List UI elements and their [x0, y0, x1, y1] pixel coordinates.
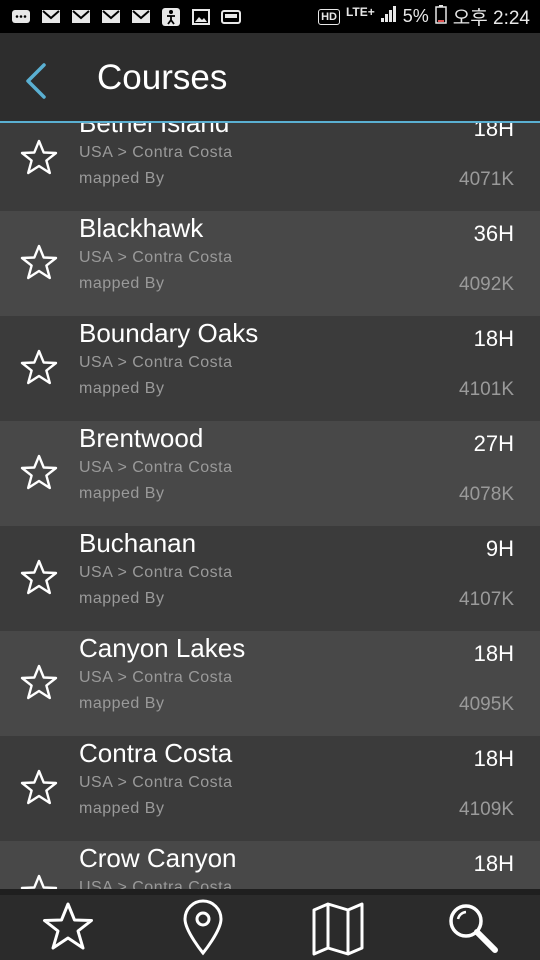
course-location: USA > Contra Costa — [79, 459, 233, 476]
signal-icon — [380, 6, 397, 27]
course-holes: 18H — [473, 326, 514, 351]
course-mapped-by: mapped By — [79, 275, 165, 292]
nearby-nav-button[interactable] — [173, 898, 233, 958]
sd-card-icon — [220, 8, 242, 26]
mail-icon — [40, 8, 62, 26]
course-size: 4109K — [459, 799, 514, 820]
course-row[interactable]: Contra Costa USA > Contra Costa mapped By 1… — [0, 736, 540, 841]
course-holes: 27H — [473, 431, 514, 456]
status-bar: HD LTE+ 5% 오후 2:24 — [0, 0, 540, 33]
course-name: Buchanan — [79, 528, 197, 558]
course-mapped-by: mapped By — [79, 800, 165, 817]
course-location: USA > Contra Costa — [79, 144, 233, 161]
back-arrow-icon — [26, 63, 46, 99]
course-list[interactable]: Bethel Island USA > Contra Costa mapped By… — [0, 123, 540, 889]
course-location: USA > Contra Costa — [79, 564, 233, 581]
course-holes: 18H — [473, 641, 514, 666]
star-icon[interactable] — [19, 138, 59, 178]
course-location: USA > Contra Costa — [79, 879, 233, 889]
course-mapped-by: mapped By — [79, 695, 165, 712]
star-icon[interactable] — [19, 243, 59, 283]
image-icon — [190, 8, 212, 26]
course-size: 4092K — [459, 274, 514, 295]
accessibility-icon — [160, 7, 182, 26]
star-icon — [42, 902, 93, 949]
course-size: 4071K — [459, 169, 514, 190]
course-size: 4095K — [459, 694, 514, 715]
course-row[interactable]: Canyon Lakes USA > Contra Costa mapped By 1… — [0, 631, 540, 736]
course-mapped-by: mapped By — [79, 380, 165, 397]
course-name: Crow Canyon — [79, 843, 237, 873]
back-button[interactable] — [20, 61, 56, 101]
course-holes: 18H — [473, 746, 514, 771]
course-location: USA > Contra Costa — [79, 249, 233, 266]
course-location: USA > Contra Costa — [79, 669, 233, 686]
clock: 오후 2:24 — [452, 8, 530, 29]
star-icon[interactable] — [19, 873, 59, 889]
star-icon[interactable] — [19, 453, 59, 493]
star-icon[interactable] — [19, 348, 59, 388]
course-holes: 36H — [473, 221, 514, 246]
course-location: USA > Contra Costa — [79, 774, 233, 791]
course-mapped-by: mapped By — [79, 485, 165, 502]
course-mapped-by: mapped By — [79, 170, 165, 187]
course-name: Bethel Island — [79, 123, 230, 138]
hd-badge: HD — [318, 8, 340, 25]
star-icon[interactable] — [19, 663, 59, 703]
course-holes: 18H — [473, 851, 514, 876]
page-title: Courses — [97, 58, 228, 97]
app-header: Courses — [0, 33, 540, 123]
location-pin-icon — [182, 899, 223, 955]
star-icon[interactable] — [19, 768, 59, 808]
favorites-nav-button[interactable] — [38, 898, 98, 958]
course-mapped-by: mapped By — [79, 590, 165, 607]
course-row[interactable]: Bethel Island USA > Contra Costa mapped By… — [0, 123, 540, 211]
star-icon[interactable] — [19, 558, 59, 598]
course-size: 4107K — [459, 589, 514, 610]
course-row[interactable]: Boundary Oaks USA > Contra Costa mapped By… — [0, 316, 540, 421]
course-row[interactable]: Buchanan USA > Contra Costa mapped By 9H 410… — [0, 526, 540, 631]
talk-icon — [10, 8, 32, 26]
battery-percent: 5% — [402, 6, 429, 26]
mail-icon — [70, 8, 92, 26]
course-name: Canyon Lakes — [79, 633, 246, 663]
map-icon — [312, 902, 363, 955]
notification-icons — [10, 7, 242, 26]
course-holes: 9H — [485, 536, 514, 561]
course-row[interactable]: Crow CanyonUSA > Contra Costamapped By18… — [0, 841, 540, 889]
mail-icon — [100, 8, 122, 26]
bottom-nav — [0, 895, 540, 960]
course-name: Contra Costa — [79, 738, 233, 768]
mail-icon — [130, 8, 152, 26]
course-name: Blackhawk — [79, 213, 204, 243]
course-row[interactable]: Blackhawk USA > Contra Costa mapped By 36H 4… — [0, 211, 540, 316]
system-status: HD LTE+ 5% 오후 2:24 — [318, 3, 530, 30]
course-name: Brentwood — [79, 423, 204, 453]
course-name: Boundary Oaks — [79, 318, 259, 348]
course-list-inner: Bethel Island USA > Contra Costa mapped By… — [0, 123, 540, 889]
search-icon — [448, 903, 498, 953]
course-location: USA > Contra Costa — [79, 354, 233, 371]
battery-icon — [435, 4, 447, 29]
lte-indicator: LTE+ — [345, 4, 375, 19]
course-size: 4101K — [459, 379, 514, 400]
search-nav-button[interactable] — [443, 898, 503, 958]
course-size: 4078K — [459, 484, 514, 505]
course-row[interactable]: Brentwood USA > Contra Costa mapped By 27H 4… — [0, 421, 540, 526]
map-nav-button[interactable] — [308, 898, 368, 958]
course-holes: 18H — [473, 123, 514, 141]
